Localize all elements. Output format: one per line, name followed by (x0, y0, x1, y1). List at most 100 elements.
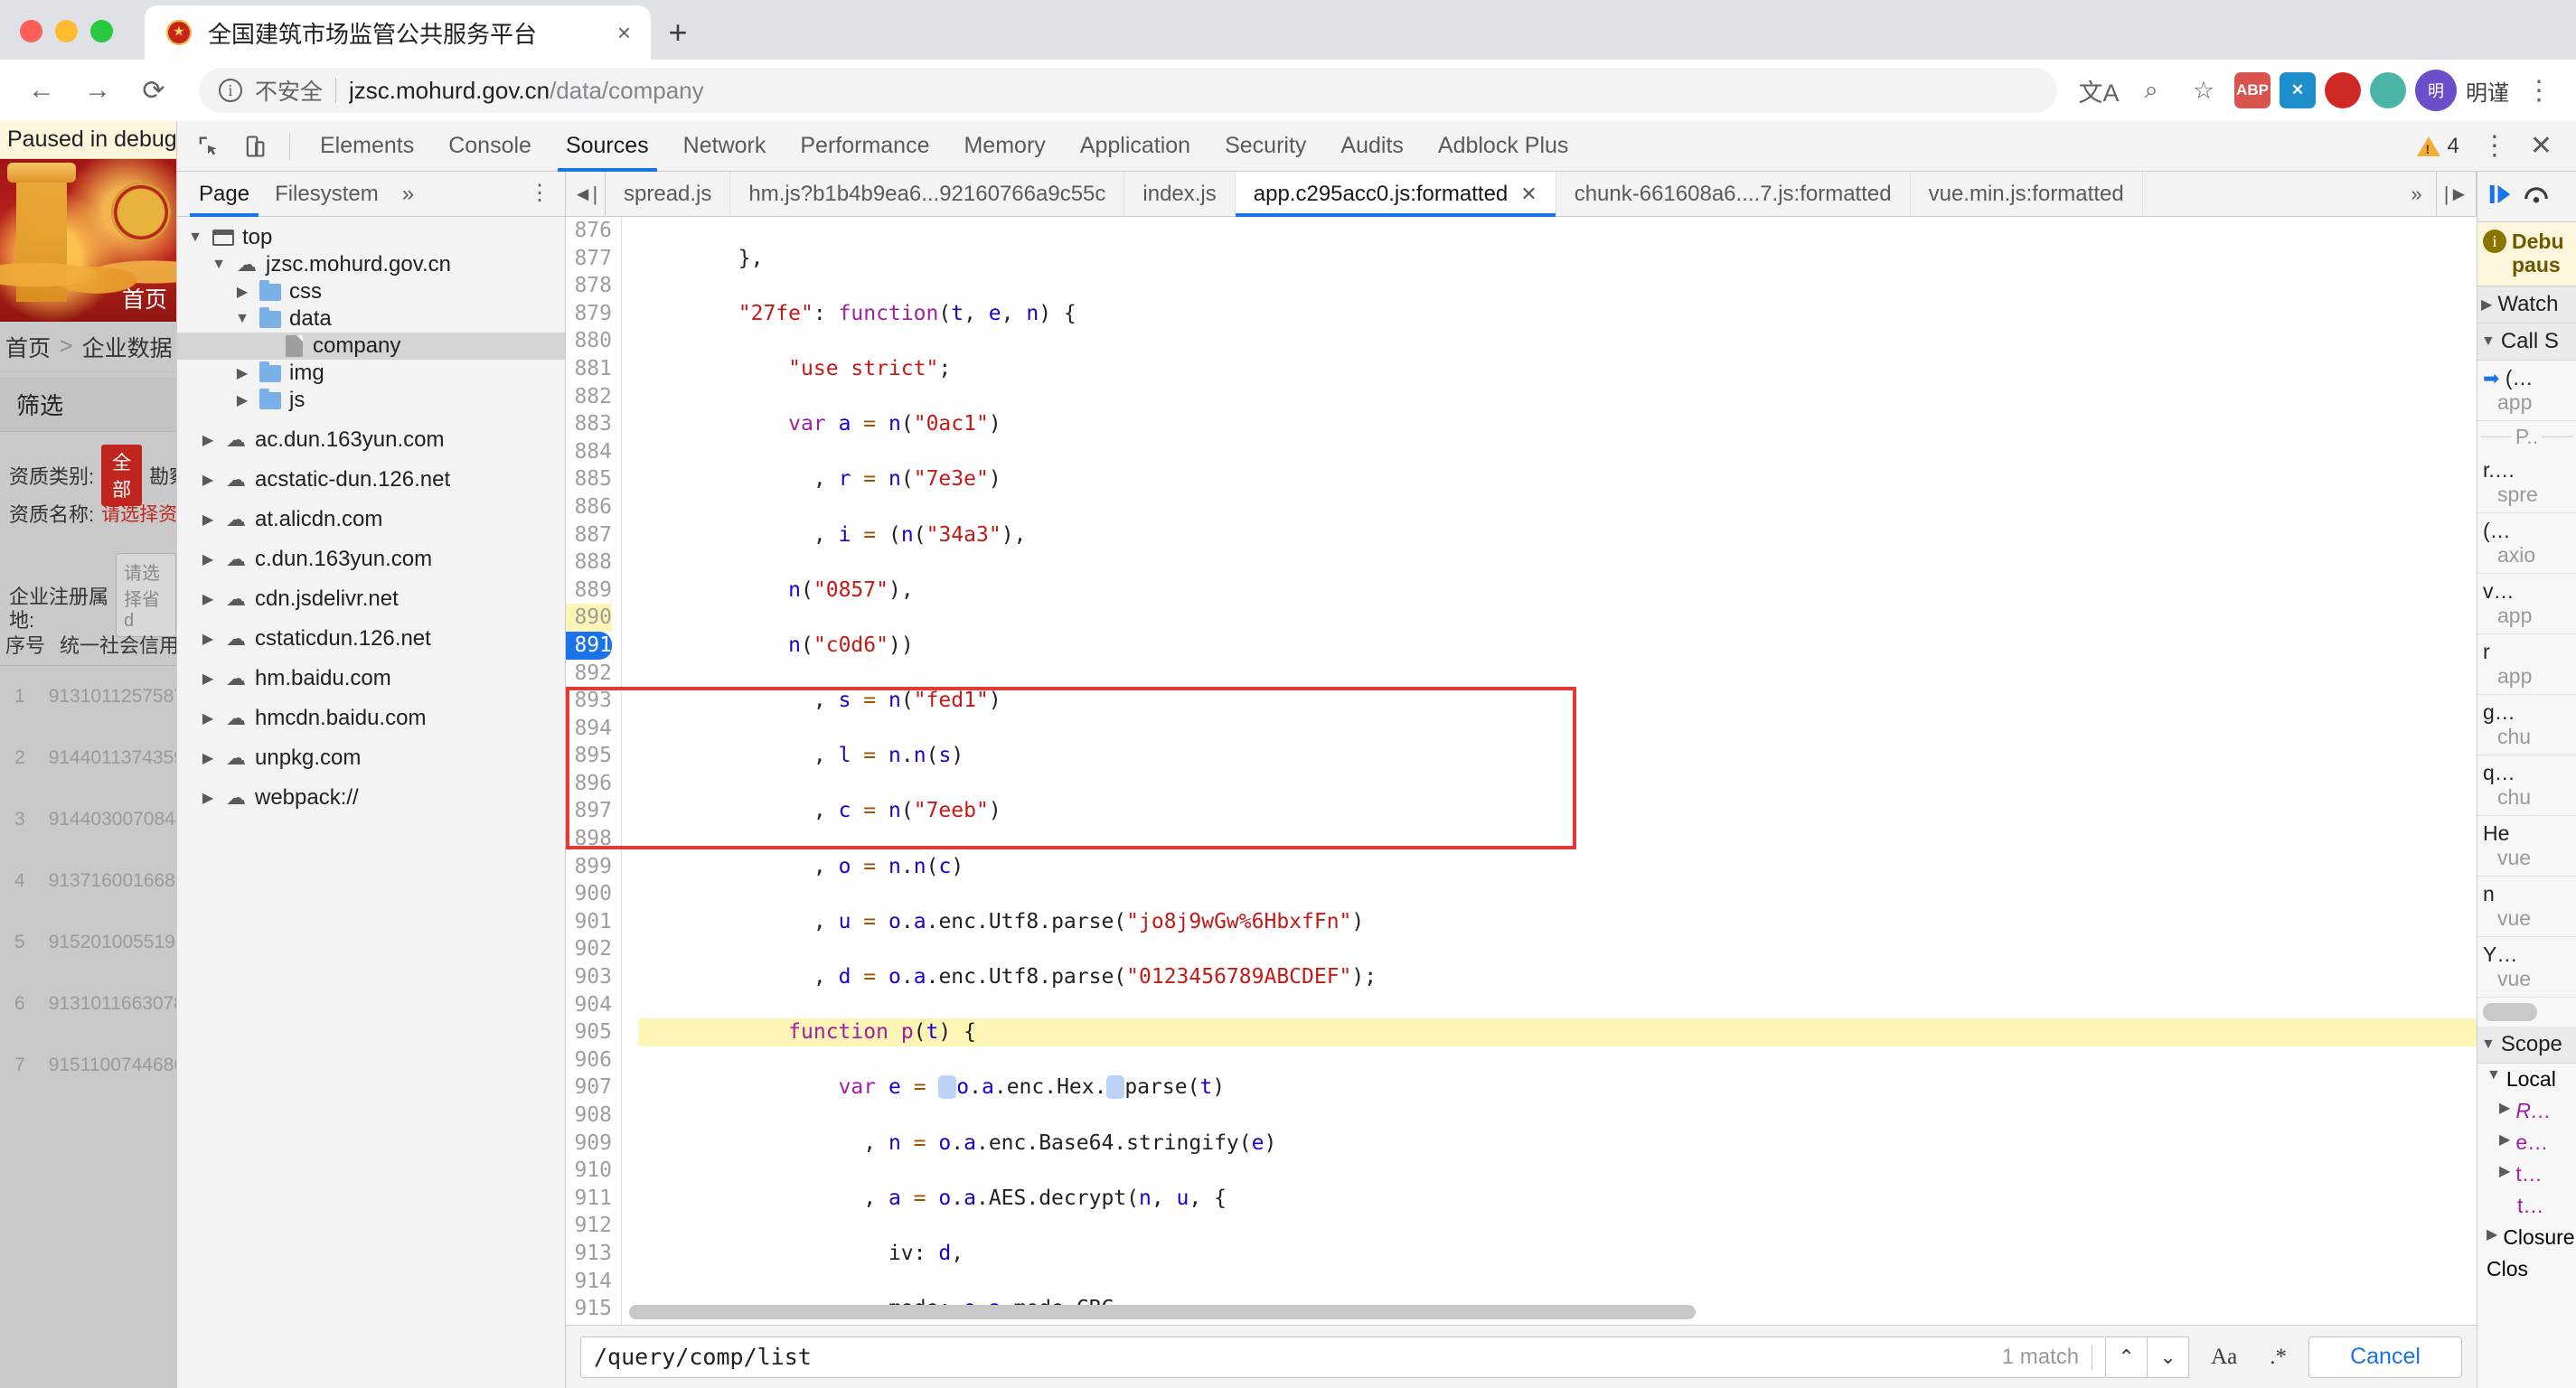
search-icon[interactable]: ⌕ (2129, 69, 2173, 112)
callstack-frame[interactable]: Y… vue (2477, 937, 2576, 998)
filter-chip-survey[interactable]: 勘察1 (149, 461, 176, 490)
tab-elements[interactable]: Elements (303, 121, 431, 172)
filter-value-link[interactable]: 请选择资质包含 (101, 500, 176, 527)
chevron-double-right-icon[interactable]: » (2397, 172, 2437, 216)
translate-icon[interactable]: 文A (2077, 69, 2120, 112)
breadcrumb-home[interactable]: 首页 (5, 331, 51, 363)
tree-node-ac-dun-163yun-com[interactable]: ▶ ☁ ac.dun.163yun.com (177, 427, 565, 454)
back-icon[interactable]: ← (16, 65, 67, 116)
scope-property[interactable]: t… (2477, 1190, 2576, 1222)
avatar[interactable]: 明 (2415, 70, 2457, 111)
chevron-right-icon[interactable]: ▶ (2499, 1099, 2510, 1117)
tree-node-acstatic-dun-126-net[interactable]: ▶ ☁ acstatic-dun.126.net (177, 466, 565, 493)
tree-node-js[interactable]: ▶ js (177, 387, 565, 414)
twisty-icon[interactable]: ▼ (210, 257, 228, 273)
twisty-icon[interactable]: ▼ (233, 311, 251, 327)
tree-node-at-alicdn-com[interactable]: ▶ ☁ at.alicdn.com (177, 506, 565, 533)
code-text-area[interactable]: }, "27fe": function(t, e, n) { "use stri… (622, 217, 2477, 1325)
callstack-frame[interactable]: He vue (2477, 816, 2576, 877)
twisty-icon[interactable]: ▼ (186, 230, 204, 246)
callstack-frame[interactable]: ➡ (… app (2477, 361, 2576, 421)
callstack-section-header[interactable]: ▼ Call S (2477, 324, 2576, 361)
chevron-right-icon[interactable]: ▶ (2499, 1130, 2510, 1149)
tab-console[interactable]: Console (431, 121, 549, 172)
tab-audits[interactable]: Audits (1323, 121, 1420, 172)
site-info-icon[interactable]: i (219, 79, 242, 102)
resume-script-icon[interactable] (2485, 181, 2515, 213)
profile-name[interactable]: 明谨 (2466, 75, 2509, 107)
chevron-down-icon[interactable]: ▼ (2487, 1067, 2501, 1083)
callstack-frame[interactable]: r.… spre (2477, 453, 2576, 513)
navigator-tab-filesystem[interactable]: Filesystem (262, 172, 391, 217)
search-prev-icon[interactable]: ⌃ (2106, 1336, 2148, 1378)
site-home-link[interactable]: 首页 (122, 282, 167, 314)
watch-section-header[interactable]: ▶ Watch (2477, 286, 2576, 324)
navigator-tab-page[interactable]: Page (186, 172, 262, 217)
twisty-icon[interactable]: ▶ (233, 283, 251, 301)
maximize-window-button[interactable] (90, 20, 113, 42)
twisty-icon[interactable]: ▶ (199, 789, 217, 807)
extension-x-icon[interactable]: ✕ (2280, 72, 2316, 108)
regex-toggle[interactable]: .* (2259, 1345, 2298, 1370)
code-editor[interactable]: 876 877 878 879 880 881 882 883 884 885 886 887 … (566, 217, 2477, 1325)
forward-icon[interactable]: → (72, 65, 123, 116)
twisty-icon[interactable]: ▶ (233, 391, 251, 409)
callstack-frame[interactable]: (… axio (2477, 513, 2576, 574)
tree-node-unpkg-com[interactable]: ▶ ☁ unpkg.com (177, 745, 565, 772)
twisty-icon[interactable]: ▶ (199, 709, 217, 727)
scope-section-header[interactable]: ▼ Scope (2477, 1027, 2576, 1064)
twisty-icon[interactable]: ▶ (199, 550, 217, 568)
tree-node-hmcdn-baidu-com[interactable]: ▶ ☁ hmcdn.baidu.com (177, 705, 565, 732)
tabs-scroll-right-icon[interactable]: |► (2437, 172, 2477, 216)
file-tab-app-c295acc0-js-formatted[interactable]: app.c295acc0.js:formatted ✕ (1235, 172, 1556, 217)
close-icon[interactable]: × (612, 19, 636, 47)
twisty-icon[interactable]: ▶ (199, 749, 217, 767)
twisty-icon[interactable]: ▶ (199, 670, 217, 688)
tree-node-c-dun-163yun-com[interactable]: ▶ ☁ c.dun.163yun.com (177, 546, 565, 573)
scope-group-local[interactable]: ▼ Local (2477, 1064, 2576, 1095)
tree-node-hm-baidu-com[interactable]: ▶ ☁ hm.baidu.com (177, 665, 565, 692)
callstack-frame[interactable]: v… app (2477, 574, 2576, 634)
table-row[interactable]: 6 913101166307834 8 (0, 984, 176, 1024)
browser-menu-icon[interactable]: ⋮ (2518, 75, 2560, 107)
warning-count-badge[interactable]: 4 (2408, 134, 2468, 159)
search-input[interactable]: /query/comp/list 1 match (580, 1336, 2107, 1378)
inspect-element-icon[interactable] (186, 125, 230, 168)
scope-property[interactable]: ▶ R… (2477, 1095, 2576, 1127)
bookmark-star-icon[interactable]: ☆ (2182, 69, 2225, 112)
device-toolbar-icon[interactable] (233, 125, 277, 168)
tree-node-cdn-jsdelivr-net[interactable]: ▶ ☁ cdn.jsdelivr.net (177, 586, 565, 613)
tree-node-img[interactable]: ▶ img (177, 360, 565, 387)
table-row[interactable]: 4 913716001668979 3 (0, 861, 176, 901)
new-tab-button[interactable]: + (651, 5, 705, 60)
minimize-window-button[interactable] (55, 20, 78, 42)
scope-property[interactable]: ▶ e… (2477, 1127, 2576, 1158)
search-next-icon[interactable]: ⌄ (2148, 1336, 2190, 1378)
tab-adblock-plus[interactable]: Adblock Plus (1421, 121, 1586, 172)
callstack-frame[interactable]: q… chu (2477, 755, 2576, 816)
callstack-frame[interactable]: g… chu (2477, 695, 2576, 755)
tree-node-webpack[interactable]: ▶ ☁ webpack:// (177, 784, 565, 811)
tree-node-top[interactable]: ▼ top (177, 224, 565, 251)
address-bar[interactable]: i 不安全 jzsc.mohurd.gov.cn/data/company (199, 68, 2057, 113)
tree-node-cstaticdun-126-net[interactable]: ▶ ☁ cstaticdun.126.net (177, 625, 565, 652)
match-case-toggle[interactable]: Aa (2200, 1345, 2248, 1370)
scope-group-closure-2[interactable]: Clos (2477, 1253, 2576, 1285)
table-row[interactable]: 7 915110074468689 (0, 1046, 176, 1085)
scope-property[interactable]: ▶ t… (2477, 1158, 2576, 1190)
tab-memory[interactable]: Memory (946, 121, 1062, 172)
window-traffic-lights[interactable] (20, 20, 113, 42)
filter-chip-all[interactable]: 全部 (101, 445, 143, 506)
devtools-menu-icon[interactable]: ⋮ (2472, 130, 2517, 162)
twisty-icon[interactable]: ▶ (199, 511, 217, 529)
cancel-button[interactable]: Cancel (2308, 1336, 2462, 1378)
line-number-gutter[interactable]: 876 877 878 879 880 881 882 883 884 885 886 887 … (566, 217, 622, 1325)
callstack-frame[interactable]: n vue (2477, 877, 2576, 937)
file-tab-chunk-661608a6[interactable]: chunk-661608a6....7.js:formatted (1556, 172, 1911, 216)
file-tab-vue-min-js-formatted[interactable]: vue.min.js:formatted (1911, 172, 2143, 216)
twisty-icon[interactable]: ▶ (199, 590, 217, 608)
callstack-frame[interactable]: r app (2477, 634, 2576, 695)
extension-circle-icon[interactable] (2325, 72, 2361, 108)
tab-performance[interactable]: Performance (783, 121, 946, 172)
twisty-icon[interactable]: ▶ (199, 471, 217, 489)
